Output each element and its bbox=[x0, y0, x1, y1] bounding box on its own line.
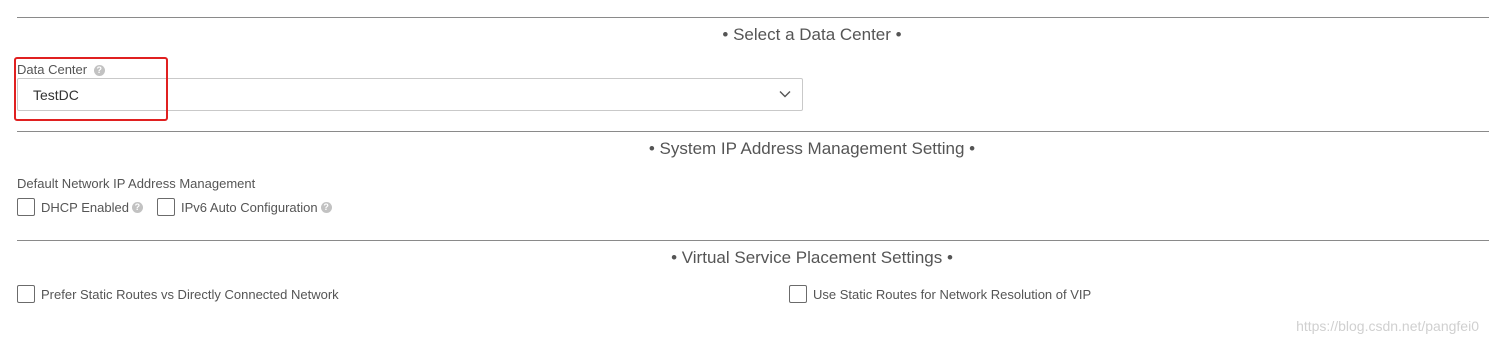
ipam-label: Default Network IP Address Management bbox=[17, 176, 256, 191]
dhcp-enabled-checkbox[interactable] bbox=[17, 198, 35, 216]
highlight-box bbox=[14, 57, 168, 121]
use-static-routes-vip-checkbox[interactable] bbox=[789, 285, 807, 303]
use-static-routes-vip-label: Use Static Routes for Network Resolution… bbox=[813, 286, 1092, 302]
ipv6-auto-config-checkbox[interactable] bbox=[157, 198, 175, 216]
ipv6-auto-config-label: IPv6 Auto Configuration bbox=[181, 199, 318, 215]
use-static-routes-vip-option[interactable]: Use Static Routes for Network Resolution… bbox=[789, 285, 1091, 303]
watermark-text: https://blog.csdn.net/pangfei0 bbox=[1296, 318, 1479, 334]
dhcp-enabled-option[interactable]: DHCP Enabled ? bbox=[17, 198, 143, 216]
section-title-ipam: • System IP Address Management Setting • bbox=[648, 139, 976, 158]
dhcp-enabled-label: DHCP Enabled bbox=[41, 199, 129, 215]
ipv6-auto-config-option[interactable]: IPv6 Auto Configuration ? bbox=[157, 198, 332, 216]
section-divider-ipam bbox=[17, 131, 1489, 132]
section-divider-data-center bbox=[17, 17, 1489, 18]
prefer-static-routes-label: Prefer Static Routes vs Directly Connect… bbox=[41, 286, 339, 302]
section-title-placement: • Virtual Service Placement Settings • bbox=[671, 248, 953, 267]
section-divider-placement bbox=[17, 240, 1489, 241]
section-title-data-center: • Select a Data Center • bbox=[722, 25, 902, 44]
help-icon[interactable]: ? bbox=[131, 201, 143, 213]
help-icon[interactable]: ? bbox=[320, 201, 332, 213]
prefer-static-routes-option[interactable]: Prefer Static Routes vs Directly Connect… bbox=[17, 285, 339, 303]
prefer-static-routes-checkbox[interactable] bbox=[17, 285, 35, 303]
chevron-down-icon bbox=[779, 91, 791, 98]
